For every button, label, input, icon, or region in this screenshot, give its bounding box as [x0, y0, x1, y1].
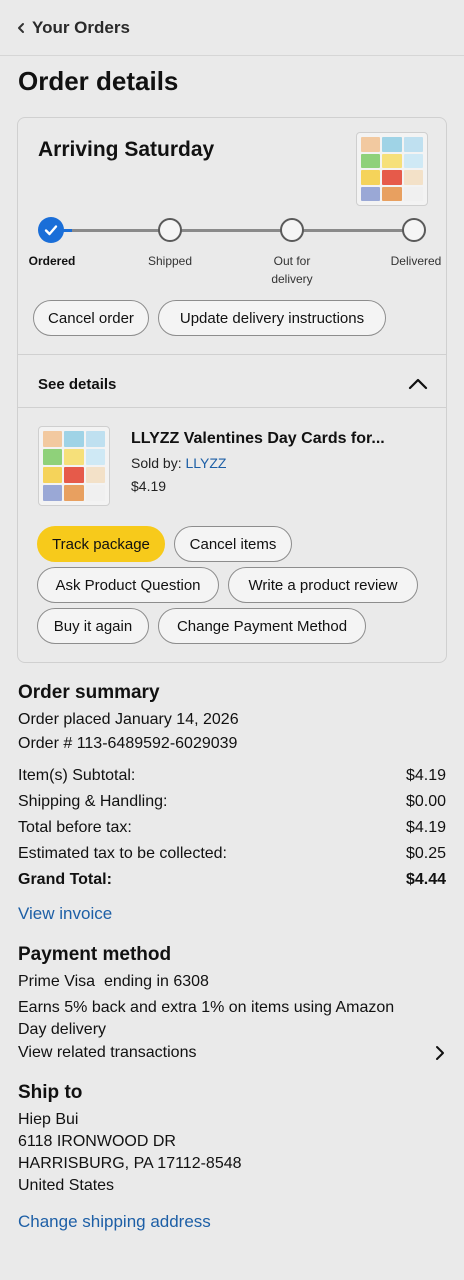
step-out-for-delivery-dot	[280, 218, 304, 242]
step-delivered-dot	[402, 218, 426, 242]
ship-to-heading: Ship to	[18, 1082, 83, 1103]
write-product-review-button[interactable]: Write a product review	[228, 567, 418, 603]
chevron-up-icon[interactable]	[408, 376, 428, 390]
payment-rewards-note: Earns 5% back and extra 1% on items usin…	[18, 999, 395, 1038]
total-value: $0.00	[405, 793, 446, 810]
related-transactions-label: View related transactions	[18, 1044, 197, 1061]
total-row: Total before tax: $4.19	[18, 819, 446, 837]
back-label: Your Orders	[32, 17, 130, 37]
item-seller: Sold by: LLYZZ	[131, 455, 226, 471]
progress-track	[72, 229, 418, 232]
step-label-delivered: Delivered	[390, 254, 442, 268]
ship-to-country: United States	[18, 1177, 115, 1194]
order-placed-date: Order placed January 14, 2026	[18, 711, 239, 728]
chevron-right-icon	[436, 1046, 444, 1060]
step-ordered-check-icon	[38, 217, 64, 243]
item-price: $4.19	[131, 478, 167, 494]
chevron-left-icon	[18, 22, 24, 33]
total-row: Shipping & Handling: $0.00	[18, 793, 446, 811]
order-summary-heading: Order summary	[18, 682, 160, 703]
change-shipping-address-link[interactable]: Change shipping address	[18, 1212, 446, 1232]
sold-by-label: Sold by:	[131, 455, 186, 471]
divider	[18, 354, 446, 355]
payment-method-heading: Payment method	[18, 944, 172, 965]
delivery-progress: Ordered Shipped Out for delivery Deliver…	[29, 216, 441, 306]
grand-total-value: $4.44	[405, 871, 446, 888]
shipment-card: Arriving Saturday Ordered Shipped Out fo…	[17, 117, 447, 663]
step-label-out-for-delivery: Out for delivery	[271, 254, 313, 286]
payment-card: Prime Visa ending in 6308	[18, 973, 209, 990]
step-shipped-dot	[158, 218, 182, 242]
page-title: Order details	[18, 66, 179, 96]
total-row: Item(s) Subtotal: $4.19	[18, 767, 446, 785]
item-title[interactable]: LLYZZ Valentines Day Cards for...	[131, 430, 385, 448]
view-invoice-link[interactable]: View invoice	[18, 904, 446, 924]
cancel-order-button[interactable]: Cancel order	[33, 300, 149, 336]
seller-link[interactable]: LLYZZ	[185, 455, 226, 471]
total-value: $4.19	[405, 819, 446, 836]
step-label-shipped: Shipped	[147, 254, 193, 268]
total-label: Shipping & Handling:	[18, 793, 168, 810]
product-thumbnail[interactable]	[356, 132, 428, 206]
buy-it-again-button[interactable]: Buy it again	[37, 608, 149, 644]
order-totals: Item(s) Subtotal: $4.19 Shipping & Handl…	[18, 767, 446, 889]
total-value: $0.25	[405, 845, 446, 862]
change-payment-method-button[interactable]: Change Payment Method	[158, 608, 366, 644]
view-related-transactions[interactable]: View related transactions	[18, 1044, 446, 1062]
grand-total-row: Grand Total: $4.44	[18, 871, 446, 889]
grand-total-label: Grand Total:	[18, 871, 112, 888]
order-summary: Order summary Order placed January 14, 2…	[18, 682, 446, 1232]
ask-product-question-button[interactable]: Ask Product Question	[37, 567, 219, 603]
order-number: Order # 113-6489592-6029039	[18, 735, 238, 752]
update-delivery-instructions-button[interactable]: Update delivery instructions	[158, 300, 386, 336]
see-details-toggle[interactable]: See details	[38, 376, 116, 393]
ship-to-name: Hiep Bui	[18, 1111, 79, 1128]
item-thumbnail[interactable]	[38, 426, 110, 506]
total-row: Estimated tax to be collected: $0.25	[18, 845, 446, 863]
total-label: Total before tax:	[18, 819, 132, 836]
total-label: Estimated tax to be collected:	[18, 845, 227, 862]
ship-to-street: 6118 IRONWOOD DR	[18, 1133, 176, 1150]
step-label-ordered: Ordered	[28, 254, 76, 268]
back-to-orders[interactable]: Your Orders	[0, 0, 464, 56]
ship-to-city: HARRISBURG, PA 17112-8548	[18, 1155, 242, 1172]
track-package-button[interactable]: Track package	[37, 526, 165, 562]
total-value: $4.19	[405, 767, 446, 784]
cancel-items-button[interactable]: Cancel items	[174, 526, 292, 562]
divider	[18, 407, 446, 408]
total-label: Item(s) Subtotal:	[18, 767, 136, 784]
arrival-status: Arriving Saturday	[38, 138, 215, 161]
